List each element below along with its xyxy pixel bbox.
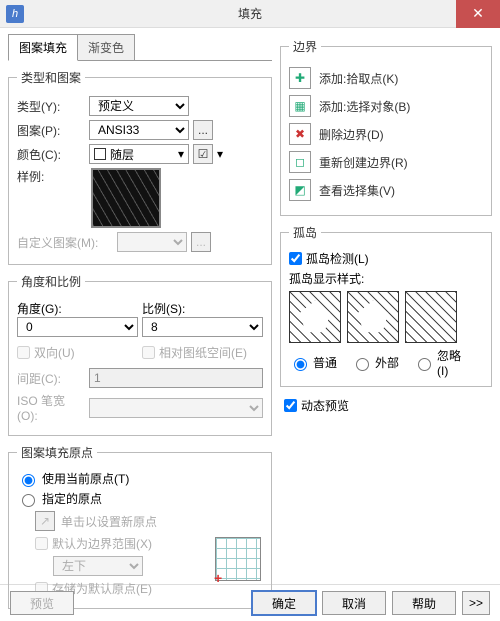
preview-button[interactable]: 预览 (10, 591, 74, 615)
label-type: 类型(Y): (17, 98, 85, 115)
color-secondary-button[interactable]: ☑ (193, 144, 213, 164)
cancel-button[interactable]: 取消 (322, 591, 386, 615)
select-scale[interactable]: 8 (142, 317, 263, 337)
delete-icon: ✖ (289, 123, 311, 145)
btn-add-select[interactable]: ▦添加:选择对象(B) (289, 95, 483, 117)
legend-boundary: 边界 (289, 38, 321, 55)
label-spacing: 间距(C): (17, 370, 85, 387)
pick-point-icon: ✚ (289, 67, 311, 89)
legend-angle-scale: 角度和比例 (17, 273, 85, 290)
legend-origin: 图案填充原点 (17, 444, 97, 461)
island-tile-outer[interactable] (347, 291, 399, 343)
cb-double (17, 346, 30, 359)
label-color: 颜色(C): (17, 146, 85, 163)
label-click-set-origin: 单击以设置新原点 (61, 513, 157, 530)
tab-gradient[interactable]: 渐变色 (77, 34, 135, 60)
label-island-style: 孤岛显示样式: (289, 270, 483, 287)
pattern-browse-button[interactable]: ... (193, 120, 213, 140)
cb-paperspace (142, 346, 155, 359)
cb-dynamic-preview[interactable] (284, 399, 297, 412)
group-angle-scale: 角度和比例 角度(G): 0 比例(S): 8 双向(U) 相对图纸空间(E) … (8, 273, 272, 436)
select-pattern[interactable]: ANSI33 (89, 120, 189, 140)
cb-default-bound (35, 537, 48, 550)
legend-type-pattern: 类型和图案 (17, 69, 85, 86)
label-sample: 样例: (17, 168, 85, 185)
radio-specified-origin[interactable] (22, 494, 35, 507)
tab-hatch[interactable]: 图案填充 (8, 34, 78, 61)
set-origin-icon: ↗ (35, 511, 55, 531)
select-angle[interactable]: 0 (17, 317, 138, 337)
group-islands: 孤岛 孤岛检测(L) 孤岛显示样式: 普通 外部 忽略(I) (280, 224, 492, 387)
select-custom-pattern (117, 232, 187, 252)
view-selection-icon: ◩ (289, 179, 311, 201)
color-value: 随层 (110, 146, 134, 163)
select-type[interactable]: 预定义 (89, 96, 189, 116)
label-custom-pattern: 自定义图案(M): (17, 234, 113, 251)
color-swatch-icon (94, 148, 106, 160)
label-iso-pen: ISO 笔宽(O): (17, 392, 85, 423)
radio-island-normal[interactable] (294, 358, 307, 371)
ok-button[interactable]: 确定 (252, 591, 316, 615)
btn-add-pick[interactable]: ✚添加:拾取点(K) (289, 67, 483, 89)
btn-delete-boundary[interactable]: ✖删除边界(D) (289, 123, 483, 145)
help-button[interactable]: 帮助 (392, 591, 456, 615)
tab-bar: 图案填充 渐变色 (8, 34, 272, 61)
legend-islands: 孤岛 (289, 224, 321, 241)
radio-use-current-origin[interactable] (22, 474, 35, 487)
label-scale: 比例(S): (142, 300, 263, 317)
select-object-icon: ▦ (289, 95, 311, 117)
group-boundary: 边界 ✚添加:拾取点(K) ▦添加:选择对象(B) ✖删除边界(D) ◻重新创建… (280, 38, 492, 216)
cb-island-detect[interactable] (289, 252, 302, 265)
radio-island-outer[interactable] (356, 358, 369, 371)
sample-preview[interactable] (91, 168, 161, 228)
group-origin: 图案填充原点 使用当前原点(T) 指定的原点 ↗ 单击以设置新原点 默认为边界范… (8, 444, 272, 609)
label-pattern: 图案(P): (17, 122, 85, 139)
radio-island-ignore[interactable] (418, 358, 431, 371)
close-button[interactable]: ✕ (456, 0, 500, 28)
custom-browse-button: ... (191, 232, 211, 252)
btn-view-selection[interactable]: ◩查看选择集(V) (289, 179, 483, 201)
chevron-down-icon: ▾ (178, 147, 184, 161)
app-icon: h (6, 5, 24, 23)
group-type-pattern: 类型和图案 类型(Y): 预定义 图案(P): ANSI33 ... 颜色(C)… (8, 69, 272, 265)
select-origin-corner: 左下 (53, 556, 143, 576)
window-title: 填充 (238, 5, 262, 22)
select-iso-pen (89, 398, 263, 418)
island-tile-ignore[interactable] (405, 291, 457, 343)
expand-button[interactable]: >> (462, 591, 490, 615)
input-spacing (89, 368, 263, 388)
select-color[interactable]: 随层 ▾ (89, 144, 189, 164)
label-angle: 角度(G): (17, 300, 138, 317)
chevron-down-icon: ▾ (217, 147, 223, 161)
btn-recreate-boundary[interactable]: ◻重新创建边界(R) (289, 151, 483, 173)
origin-preview (215, 537, 261, 581)
recreate-icon: ◻ (289, 151, 311, 173)
island-tile-normal[interactable] (289, 291, 341, 343)
